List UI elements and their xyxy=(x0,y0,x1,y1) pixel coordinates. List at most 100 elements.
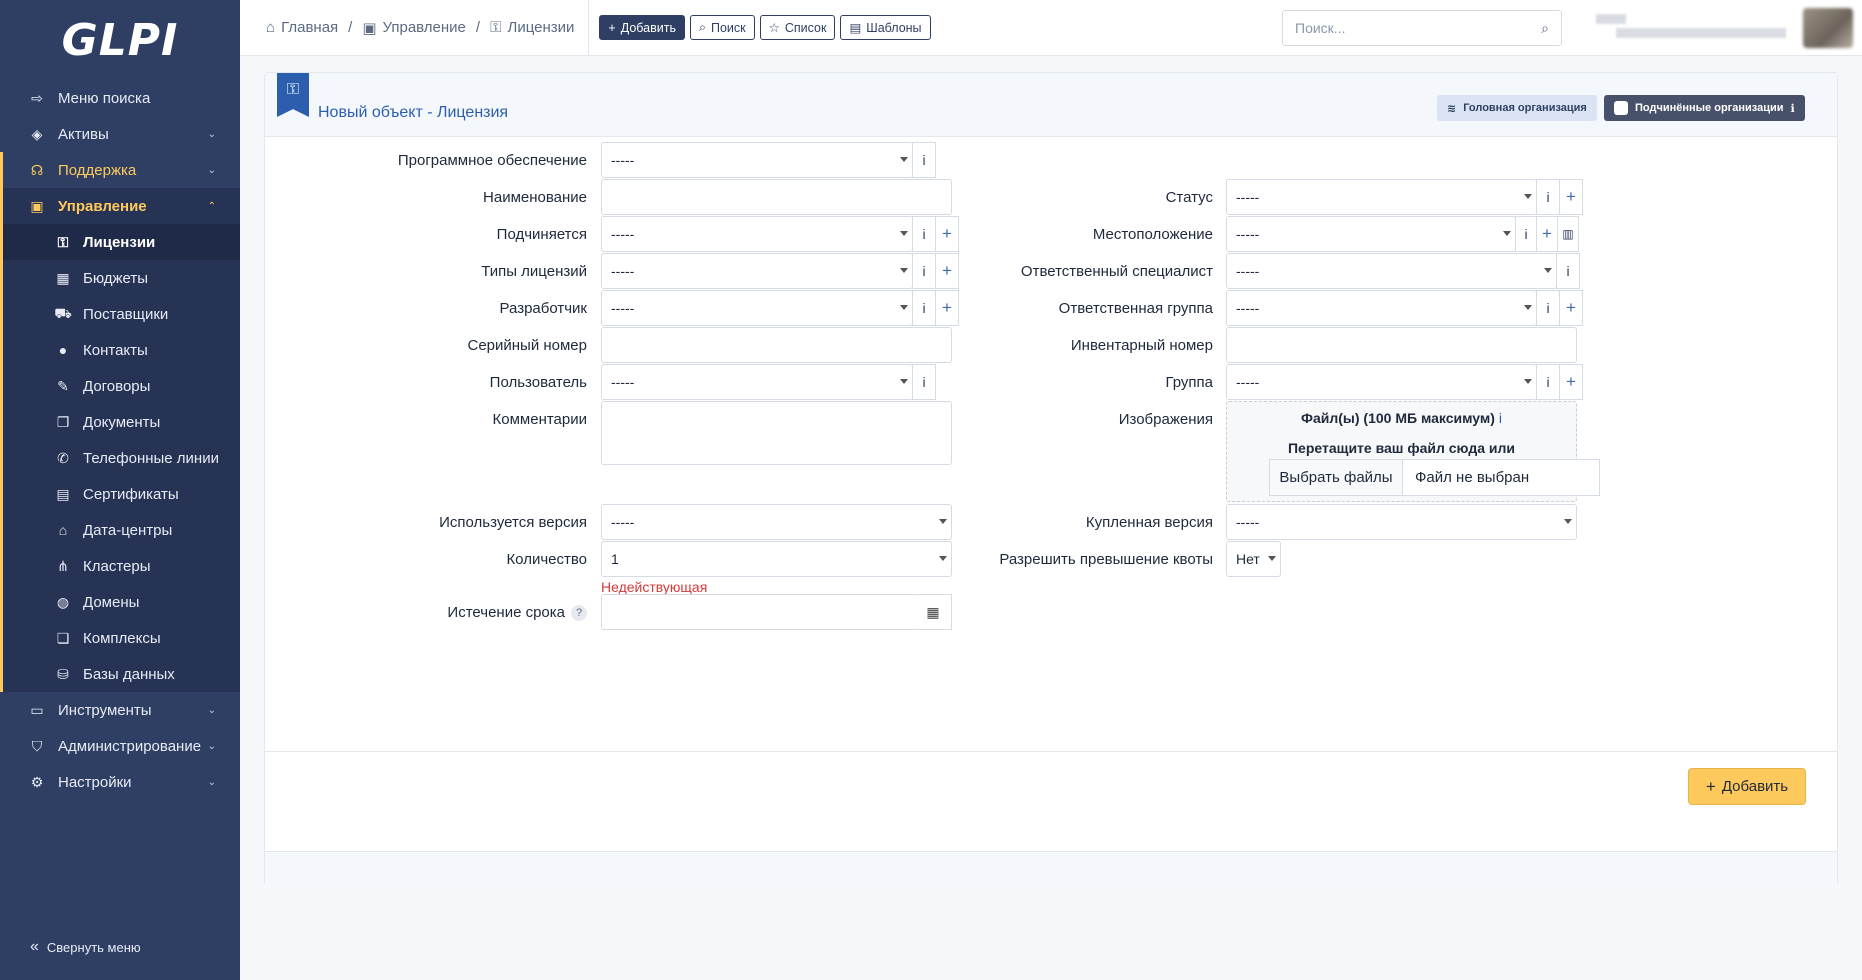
caret-down-icon xyxy=(1544,268,1552,273)
info-icon: i xyxy=(922,152,926,168)
info-icon: i xyxy=(1566,263,1570,279)
sidebar-item-tools[interactable]: ▭ Инструменты ⌄ xyxy=(0,692,240,728)
status-add-button[interactable]: + xyxy=(1559,179,1583,215)
sidebar-item-datacenters[interactable]: ⌂ Дата-центры xyxy=(0,512,240,548)
sidebar-item-suppliers[interactable]: ⛟ Поставщики xyxy=(0,296,240,332)
sidebar-item-clusters[interactable]: ⋔ Кластеры xyxy=(0,548,240,584)
location-map-button[interactable]: ▥ xyxy=(1557,216,1579,252)
checkbox[interactable] xyxy=(1614,101,1628,115)
no-file-text: Файл не выбран xyxy=(1415,469,1530,486)
sidebar-item-contracts[interactable]: ✎ Договоры xyxy=(0,368,240,404)
location-label: Местоположение xyxy=(1092,226,1213,243)
collapse-menu-button[interactable]: « Свернуть меню xyxy=(30,938,141,956)
chevron-down-icon: ⌄ xyxy=(207,740,216,752)
contract-icon: ✎ xyxy=(57,377,69,394)
file-upload-zone[interactable]: Файл(ы) (100 МБ максимум) i Перетащите в… xyxy=(1226,401,1600,502)
chevron-up-icon: ⌃ xyxy=(207,200,216,212)
breadcrumb-home[interactable]: ⌂ Главная xyxy=(266,19,338,36)
group-add-button[interactable]: + xyxy=(1559,364,1583,400)
sidebar-item-administration[interactable]: ⛉ Администрирование ⌄ xyxy=(0,728,240,764)
choose-files-button[interactable]: Выбрать файлы xyxy=(1270,460,1403,495)
allow-over-quota-label: Разрешить превышение квоты xyxy=(999,551,1213,568)
page-title: Новый объект - Лицензия xyxy=(318,103,509,121)
caret-down-icon xyxy=(1524,194,1532,199)
software-info-button[interactable]: i xyxy=(912,142,936,178)
calendar-button[interactable]: ▦ xyxy=(915,594,952,630)
tech-info-button[interactable]: i xyxy=(1556,253,1580,289)
templates-button[interactable]: ▤ Шаблоны xyxy=(840,15,931,40)
chevron-down-icon: ⌄ xyxy=(207,128,216,140)
caret-down-icon xyxy=(1268,556,1276,561)
info-icon: i xyxy=(1524,226,1528,242)
sidebar-item-assets[interactable]: ◈ Активы ⌄ xyxy=(0,116,240,152)
sidebar-item-setup[interactable]: ⚙ Настройки ⌄ xyxy=(0,764,240,800)
search-button[interactable]: ⌕ Поиск xyxy=(689,15,755,40)
tech-select[interactable]: ----- xyxy=(1226,253,1557,289)
sidebar-item-domains[interactable]: ◍ Домены xyxy=(0,584,240,620)
add-button[interactable]: + Добавить xyxy=(599,15,685,40)
global-search-input[interactable]: Поиск... ⌕ xyxy=(1282,10,1562,46)
sidebar-item-appliances[interactable]: ❏ Комплексы xyxy=(0,620,240,656)
inventory-label: Инвентарный номер xyxy=(1070,337,1213,354)
sidebar-item-contacts[interactable]: ● Контакты xyxy=(0,332,240,368)
subentities-toggle[interactable]: Подчинённые организации ℹ xyxy=(1604,95,1805,121)
group-select[interactable]: ----- xyxy=(1226,364,1537,400)
inventory-input[interactable] xyxy=(1226,327,1577,363)
tech-group-select[interactable]: ----- xyxy=(1226,290,1537,326)
allow-over-quota-select[interactable]: Нет xyxy=(1226,541,1281,577)
list-button[interactable]: ☆ Список xyxy=(759,15,836,40)
info-icon: i xyxy=(1546,189,1550,205)
plus-icon: + xyxy=(1705,776,1716,796)
entity-head-badge[interactable]: ≋ Головная организация xyxy=(1437,95,1597,121)
calculator-icon: ▦ xyxy=(56,269,70,286)
location-add-button[interactable]: + xyxy=(1536,216,1558,252)
group-label: Группа xyxy=(1165,374,1213,391)
avatar[interactable] xyxy=(1803,8,1853,48)
breadcrumb-licenses[interactable]: ⚿ Лицензии xyxy=(490,19,574,36)
info-icon: i xyxy=(1546,300,1550,316)
divider xyxy=(265,751,1837,752)
help-icon[interactable]: ? xyxy=(571,604,587,621)
info-icon: ℹ xyxy=(1790,102,1795,115)
search-icon: ⌕ xyxy=(1541,19,1549,36)
group-info-button[interactable]: i xyxy=(1536,364,1560,400)
expiration-label: Истечение срока ? xyxy=(265,604,587,621)
plus-icon: + xyxy=(1542,224,1552,243)
file-input[interactable]: Выбрать файлы Файл не выбран xyxy=(1269,459,1600,496)
sidebar-item-licenses[interactable]: ⚿ Лицензии xyxy=(0,224,240,260)
wallet-icon: ▣ xyxy=(362,19,377,37)
sidebar-item-certificates[interactable]: ▤ Сертификаты xyxy=(0,476,240,512)
submit-add-button[interactable]: + Добавить xyxy=(1688,768,1806,805)
sidebar-item-support[interactable]: ☊ Поддержка ⌄ xyxy=(0,152,240,188)
info-icon: i xyxy=(1498,410,1502,426)
breadcrumb-management[interactable]: ▣ Управление xyxy=(362,19,466,37)
sidebar-item-budgets[interactable]: ▦ Бюджеты xyxy=(0,260,240,296)
sidebar-item-databases[interactable]: ⛁ Базы данных xyxy=(0,656,240,692)
breadcrumb: ⌂ Главная / ▣ Управление / ⚿ Лицензии xyxy=(240,0,590,55)
calendar-icon: ▦ xyxy=(926,603,940,620)
sidebar-item-documents[interactable]: ❐ Документы xyxy=(0,404,240,440)
status-info-button[interactable]: i xyxy=(1536,179,1560,215)
globe-icon: ◍ xyxy=(56,593,70,610)
sidebar-item-management[interactable]: ▣ Управление ⌃ xyxy=(0,188,240,224)
expiration-date-input[interactable] xyxy=(601,594,916,630)
sidebar-item-phone-lines[interactable]: ✆ Телефонные линии xyxy=(0,440,240,476)
home-icon: ⌂ xyxy=(266,19,276,36)
tech-group-info-button[interactable]: i xyxy=(1536,290,1560,326)
status-select[interactable]: ----- xyxy=(1226,179,1537,215)
toolbar: + Добавить ⌕ Поиск ☆ Список ▤ Шаблоны xyxy=(599,15,931,40)
shield-icon: ⛉ xyxy=(31,737,43,754)
version-buy-select[interactable]: ----- xyxy=(1226,504,1577,540)
certificate-icon: ▤ xyxy=(56,485,70,502)
user-info-blurred[interactable] xyxy=(1596,8,1796,48)
wallet-icon: ▣ xyxy=(30,197,44,214)
search-icon: ⌕ xyxy=(698,20,706,34)
sidebar-item-search-menu[interactable]: ⇨ Меню поиска xyxy=(0,80,240,116)
glpi-logo[interactable]: GLPI xyxy=(0,0,240,80)
template-icon: ▤ xyxy=(849,21,862,35)
images-label: Изображения xyxy=(1118,411,1213,428)
location-info-button[interactable]: i xyxy=(1515,216,1537,252)
software-select[interactable]: ----- xyxy=(601,142,913,178)
location-select[interactable]: ----- xyxy=(1226,216,1516,252)
tech-group-add-button[interactable]: + xyxy=(1559,290,1583,326)
